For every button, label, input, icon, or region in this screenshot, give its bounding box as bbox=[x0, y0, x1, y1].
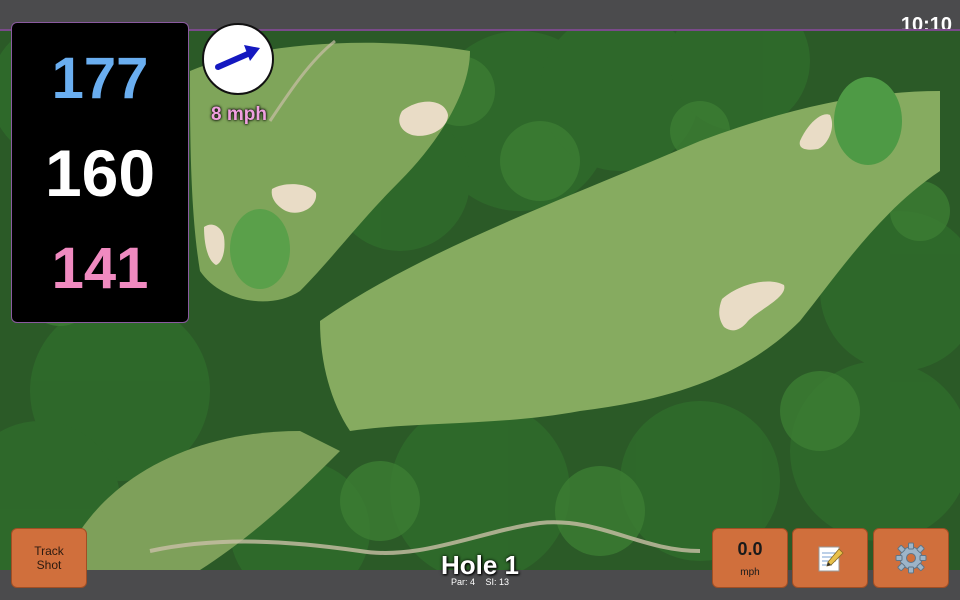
wind-indicator bbox=[202, 23, 274, 95]
yardage-panel: 177 160 141 bbox=[11, 22, 189, 323]
hole-stroke-index: SI: 13 bbox=[485, 577, 510, 587]
settings-button[interactable] bbox=[873, 528, 949, 588]
back-yardage: 177 bbox=[51, 46, 149, 111]
speed-unit: mph bbox=[740, 567, 760, 578]
speed-value: 0.0 bbox=[737, 539, 763, 559]
front-yardage: 141 bbox=[51, 236, 149, 301]
notes-button[interactable] bbox=[792, 528, 868, 588]
middle-yardage: 160 bbox=[44, 136, 156, 210]
track-shot-button[interactable]: Track Shot bbox=[11, 528, 87, 588]
gear-icon bbox=[895, 542, 927, 574]
wind-arrow-icon bbox=[215, 45, 260, 70]
notepad-icon bbox=[818, 546, 844, 572]
speed-button[interactable]: 0.0 mph bbox=[712, 528, 788, 588]
hole-par: Par: 4 bbox=[450, 577, 475, 587]
wind-speed: 8 mph bbox=[211, 104, 267, 125]
track-shot-label: Track Shot bbox=[34, 544, 64, 572]
hole-meta: Par: 4 SI: 13 bbox=[380, 577, 580, 587]
